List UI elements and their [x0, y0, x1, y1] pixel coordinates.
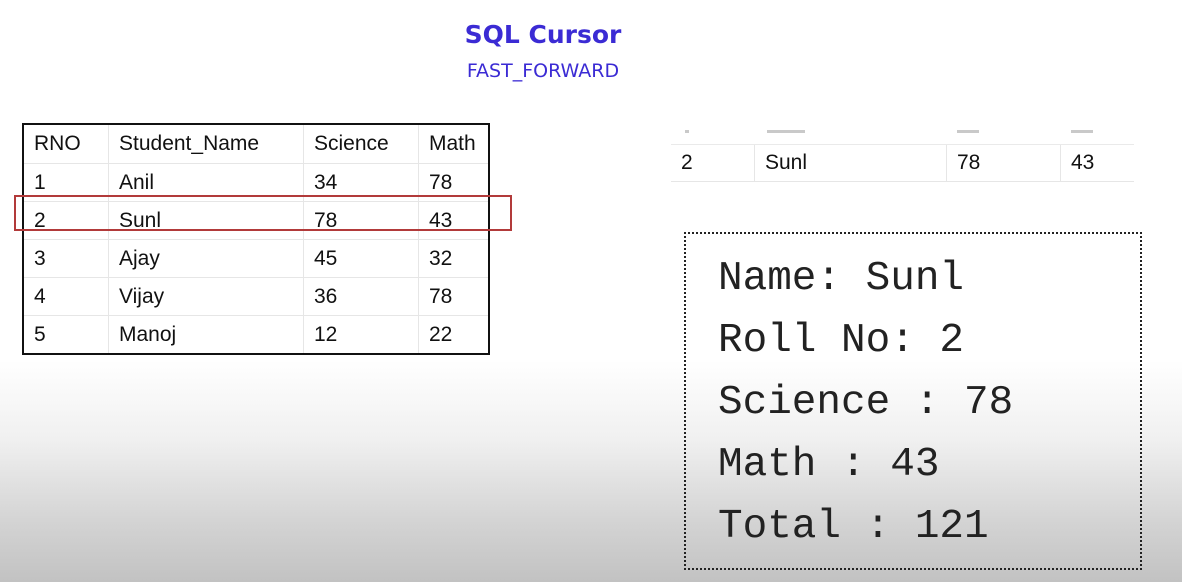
column-header-rno: RNO — [24, 125, 109, 164]
column-header-student-name: Student_Name — [108, 125, 304, 164]
result-cell-science: 78 — [947, 145, 1061, 182]
cell-rno: 4 — [24, 277, 109, 316]
slide-subtitle: FAST_FORWARD — [466, 60, 620, 82]
cell-student-name: Ajay — [108, 239, 304, 278]
cell-rno: 3 — [24, 239, 109, 278]
result-cell-student-name: Sunl — [755, 145, 947, 182]
table-row: 5 Manoj 12 22 — [24, 315, 488, 353]
cell-science: 12 — [303, 315, 419, 353]
output-line-total: Total : 121 — [718, 504, 989, 550]
result-row: 2 Sunl 78 43 — [671, 145, 1134, 182]
cell-rno: 5 — [24, 315, 109, 353]
table-row: 4 Vijay 36 78 — [24, 277, 488, 316]
column-header-math: Math — [418, 125, 488, 164]
cell-student-name: Manoj — [108, 315, 304, 353]
result-cell-math: 43 — [1061, 145, 1134, 182]
cell-math: 32 — [418, 239, 488, 278]
output-line-name: Name: Sunl — [718, 256, 965, 302]
table-header-row: RNO Student_Name Science Math — [24, 125, 488, 164]
output-line-math: Math : 43 — [718, 442, 940, 488]
cell-science: 45 — [303, 239, 419, 278]
column-header-science: Science — [303, 125, 419, 164]
slide-title: SQL Cursor — [464, 20, 622, 49]
output-line-roll-no: Roll No: 2 — [718, 318, 965, 364]
cell-math: 78 — [418, 277, 488, 316]
cell-science: 36 — [303, 277, 419, 316]
output-line-science: Science : 78 — [718, 380, 1014, 426]
scrolled-row-remnant — [671, 130, 1134, 145]
result-grid-strip: 2 Sunl 78 43 — [671, 130, 1134, 184]
student-table: RNO Student_Name Science Math 1 Anil 34 … — [22, 123, 490, 355]
table-row: 3 Ajay 45 32 — [24, 239, 488, 278]
cell-math: 22 — [429, 322, 453, 346]
cell-student-name: Vijay — [108, 277, 304, 316]
row-highlight-box — [14, 195, 512, 231]
result-cell-rno: 2 — [671, 145, 755, 182]
cursor-output-box: Name: Sunl Roll No: 2 Science : 78 Math … — [684, 232, 1142, 570]
